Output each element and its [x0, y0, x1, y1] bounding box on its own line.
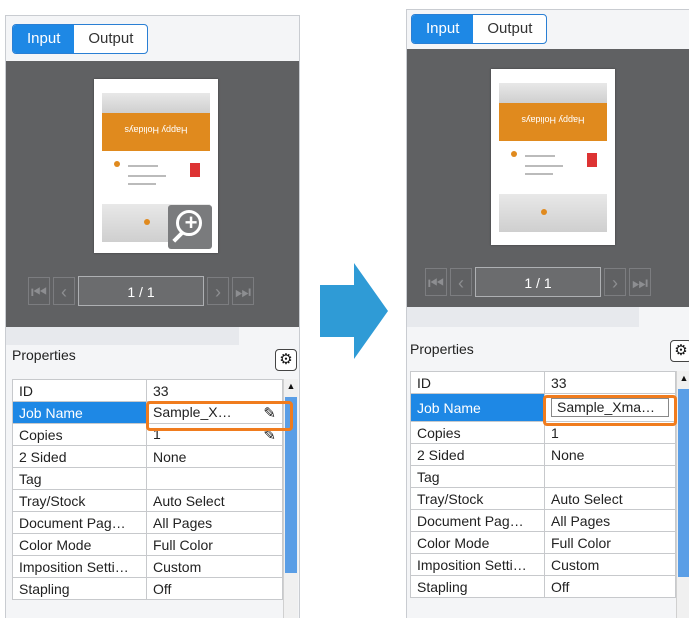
prev-page-icon: ‹	[458, 273, 464, 293]
table-row[interactable]: Document Pag… All Pages	[410, 509, 676, 532]
last-page-button[interactable]: ⏭	[629, 268, 651, 296]
table-row[interactable]: Stapling Off	[410, 575, 676, 598]
zoom-in-button[interactable]: +	[168, 205, 212, 249]
transition-arrow-icon	[320, 263, 388, 359]
next-page-icon: ›	[612, 273, 618, 293]
preview-footer-strip	[6, 327, 239, 345]
properties-settings-button[interactable]: ⚙	[670, 340, 689, 362]
preview-footer-strip	[407, 307, 639, 327]
table-row[interactable]: Tag	[12, 467, 283, 490]
properties-settings-button[interactable]: ⚙	[275, 349, 297, 371]
properties-scrollbar[interactable]: ▲	[676, 371, 689, 618]
thumbnail-title: Happy Holidays	[521, 115, 585, 125]
table-row[interactable]: Tray/Stock Auto Select	[410, 487, 676, 510]
job-name-highlight	[146, 401, 293, 431]
gear-icon: ⚙	[279, 351, 293, 368]
last-page-button[interactable]: ⏭	[232, 277, 254, 305]
table-row[interactable]: Color Mode Full Color	[410, 531, 676, 554]
next-page-icon: ›	[215, 282, 221, 302]
table-row[interactable]: Document Pag… All Pages	[12, 511, 283, 534]
table-row[interactable]: Tray/Stock Auto Select	[12, 489, 283, 512]
scroll-up-icon[interactable]: ▲	[284, 381, 298, 391]
tab-output[interactable]: Output	[473, 15, 546, 43]
next-page-button[interactable]: ›	[604, 268, 626, 296]
first-page-button[interactable]: ⏮	[28, 277, 50, 305]
properties-heading: Properties	[12, 347, 76, 363]
page-indicator: 1 / 1	[475, 267, 601, 297]
gear-icon: ⚙	[674, 342, 688, 359]
preview-area: Happy Holidays + ⏮ ‹ 1 / 1 › ⏭	[6, 61, 299, 327]
table-row[interactable]: Color Mode Full Color	[12, 533, 283, 556]
table-row[interactable]: ID 33	[410, 371, 676, 394]
job-name-highlight	[543, 395, 677, 426]
table-row[interactable]: ID 33	[12, 379, 283, 402]
table-row[interactable]: 2 Sided None	[410, 443, 676, 466]
left-job-panel: Input Output Happy Holidays + ⏮ ‹ 1 / 1 …	[5, 15, 300, 618]
table-row[interactable]: Imposition Setti… Custom	[12, 555, 283, 578]
properties-heading: Properties	[410, 341, 474, 357]
page-thumbnail[interactable]: Happy Holidays	[491, 69, 615, 245]
thumbnail-title: Happy Holidays	[124, 125, 188, 135]
page-indicator: 1 / 1	[78, 276, 204, 306]
tab-output[interactable]: Output	[74, 25, 147, 53]
table-row[interactable]: 2 Sided None	[12, 445, 283, 468]
scrollbar-thumb[interactable]	[678, 389, 689, 577]
input-output-tabs: Input Output	[411, 14, 548, 44]
right-job-panel: Input Output Happy Holidays ⏮ ‹ 1 / 1 › …	[406, 9, 689, 618]
prev-page-button[interactable]: ‹	[53, 277, 75, 305]
prev-page-icon: ‹	[61, 282, 67, 302]
table-row[interactable]: Imposition Setti… Custom	[410, 553, 676, 576]
prev-page-button[interactable]: ‹	[450, 268, 472, 296]
first-page-icon: ⏮	[30, 282, 48, 302]
table-row[interactable]: Stapling Off	[12, 577, 283, 600]
tab-input[interactable]: Input	[13, 25, 75, 53]
tab-input[interactable]: Input	[412, 15, 474, 43]
page-navigation: ⏮ ‹ 1 / 1 › ⏭	[425, 267, 654, 297]
first-page-button[interactable]: ⏮	[425, 268, 447, 296]
input-output-tabs: Input Output	[12, 24, 149, 54]
scroll-up-icon[interactable]: ▲	[677, 373, 689, 383]
first-page-icon: ⏮	[427, 273, 445, 293]
last-page-icon: ⏭	[234, 282, 252, 302]
next-page-button[interactable]: ›	[207, 277, 229, 305]
page-navigation: ⏮ ‹ 1 / 1 › ⏭	[28, 276, 257, 306]
last-page-icon: ⏭	[631, 273, 649, 293]
table-row[interactable]: Tag	[410, 465, 676, 488]
preview-area: Happy Holidays ⏮ ‹ 1 / 1 › ⏭	[407, 49, 689, 307]
